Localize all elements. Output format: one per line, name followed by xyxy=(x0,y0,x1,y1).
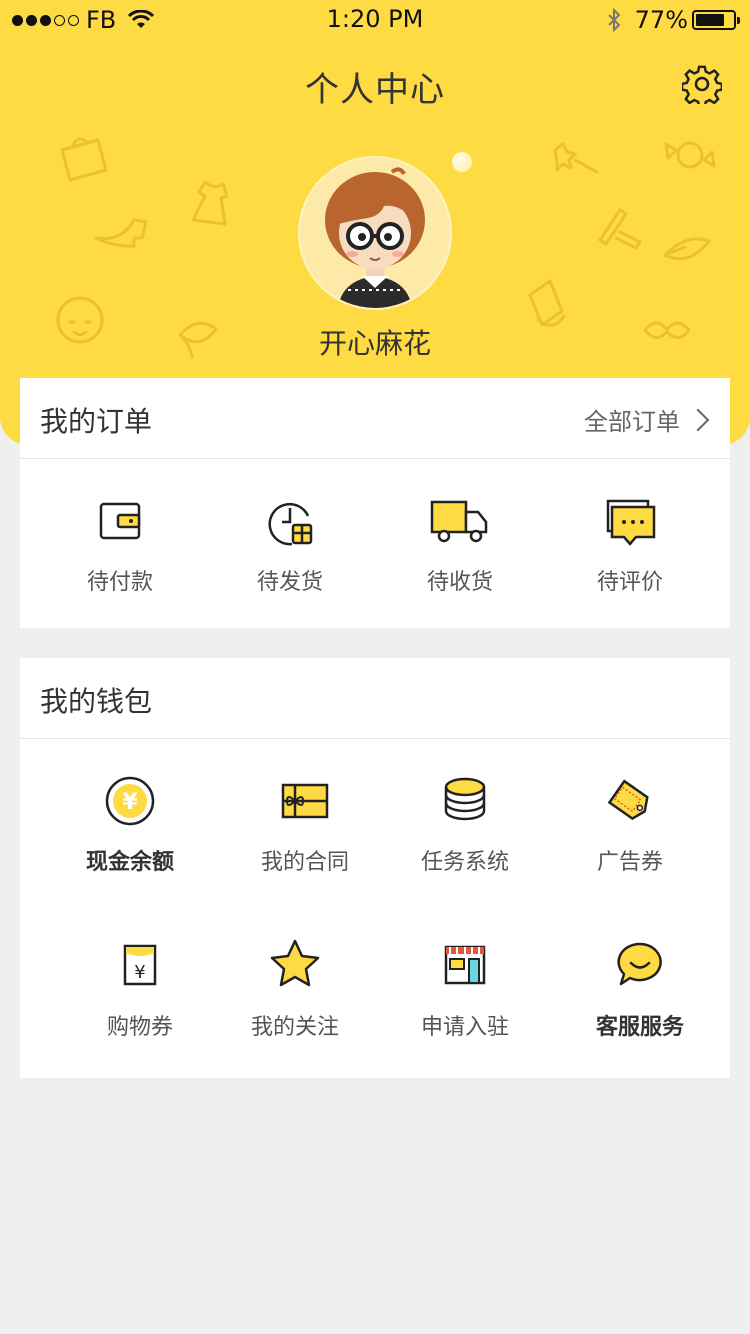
decorative-bubble xyxy=(452,152,472,172)
gift-box-icon xyxy=(281,783,329,819)
wallet-item-label: 我的合同 xyxy=(260,850,349,875)
wallet-my-follows[interactable]: 我的关注 xyxy=(225,933,365,1043)
truck-icon xyxy=(430,500,488,543)
wallet-icon xyxy=(99,502,141,540)
wallet-item-label: 购物券 xyxy=(106,1015,173,1040)
status-bar: FB 1:20 PM 77% xyxy=(0,0,750,40)
wallet-my-contract[interactable]: 我的合同 xyxy=(235,768,375,878)
yen-coin-icon: ¥ xyxy=(105,776,155,826)
all-orders-link[interactable]: 全部订单 xyxy=(584,402,710,437)
username: 开心麻花 xyxy=(318,327,431,360)
order-item-label: 待发货 xyxy=(256,570,323,595)
order-pending-review[interactable]: 待评价 xyxy=(550,458,710,628)
chevron-right-icon xyxy=(686,408,710,431)
wallet-item-label: 我的关注 xyxy=(250,1015,339,1040)
smile-bubble-icon xyxy=(617,942,662,986)
wallet-item-label: 任务系统 xyxy=(420,850,509,875)
wallet-cash-balance[interactable]: ¥ 现金余额 xyxy=(60,768,200,878)
star-icon xyxy=(270,939,320,987)
svg-text:¥: ¥ xyxy=(122,790,138,815)
chat-bubble-icon xyxy=(606,499,656,546)
wallet-apply-entry[interactable]: 申请入驻 xyxy=(395,933,535,1043)
order-item-label: 待收货 xyxy=(426,570,493,595)
wallet-ad-coupon[interactable]: 广告券 xyxy=(560,768,700,878)
orders-title: 我的订单 xyxy=(40,405,153,438)
battery-percent: 77% xyxy=(634,6,688,34)
all-orders-label: 全部订单 xyxy=(584,408,680,436)
storefront-icon xyxy=(444,945,486,985)
order-item-label: 待评价 xyxy=(596,570,663,595)
status-right: 77% xyxy=(607,6,740,34)
battery-fill xyxy=(696,14,724,26)
order-item-label: 待付款 xyxy=(86,570,153,595)
wallet-header: 我的钱包 xyxy=(20,658,730,739)
wallet-customer-service[interactable]: 客服服务 xyxy=(570,933,710,1043)
coin-stack-icon xyxy=(444,777,486,821)
wallet-item-label: 现金余额 xyxy=(85,850,174,875)
my-wallet-card: 我的钱包 ¥ 现金余额 我的合同 任务系统 广告券 ¥ 购物券 我的关注 申请入… xyxy=(20,658,730,1078)
battery-nub xyxy=(737,17,740,24)
order-pending-payment[interactable]: 待付款 xyxy=(40,458,200,628)
shopping-voucher-icon: ¥ xyxy=(123,944,157,986)
svg-text:¥: ¥ xyxy=(134,962,145,983)
wallet-item-label: 申请入驻 xyxy=(420,1015,509,1040)
avatar-illustration xyxy=(325,167,425,308)
wallet-item-label: 客服服务 xyxy=(595,1015,684,1040)
settings-gear-icon[interactable] xyxy=(682,64,722,104)
order-pending-receipt[interactable]: 待收货 xyxy=(380,458,540,628)
bluetooth-icon xyxy=(607,8,621,32)
battery-icon xyxy=(692,10,740,30)
my-orders-card: 我的订单 全部订单 待付款 待发货 待收货 待评价 xyxy=(20,378,730,628)
avatar[interactable] xyxy=(300,158,450,308)
coupon-tag-icon xyxy=(607,779,649,821)
wallet-task-system[interactable]: 任务系统 xyxy=(395,768,535,878)
page-title: 个人中心 xyxy=(305,70,445,110)
clock-gift-icon xyxy=(268,502,313,546)
wallet-title: 我的钱包 xyxy=(40,685,153,718)
orders-header: 我的订单 全部订单 xyxy=(20,378,730,459)
order-pending-shipment[interactable]: 待发货 xyxy=(210,458,370,628)
wallet-shopping-voucher[interactable]: ¥ 购物券 xyxy=(70,933,210,1043)
wallet-item-label: 广告券 xyxy=(596,850,663,875)
